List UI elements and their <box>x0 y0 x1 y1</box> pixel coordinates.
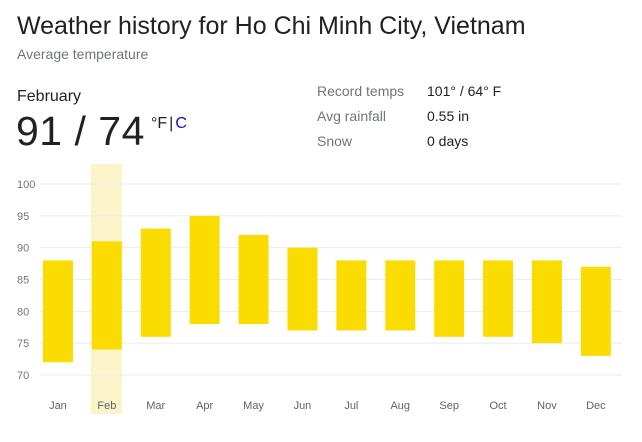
stats-table: Record temps 101° / 64° F Avg rainfall 0… <box>317 83 617 158</box>
x-tick-label: Mar <box>146 400 165 412</box>
temp-range-bar <box>385 260 416 331</box>
stat-row-record-temps: Record temps 101° / 64° F <box>317 83 617 108</box>
x-tick-label: Feb <box>97 400 116 412</box>
temp-range-bar <box>140 228 171 337</box>
y-tick-label: 95 <box>17 211 29 223</box>
unit-fahrenheit: °F <box>151 115 168 132</box>
stat-label: Avg rainfall <box>317 108 387 124</box>
temp-range-bar <box>238 234 269 325</box>
temp-range-bar <box>580 266 611 356</box>
unit-separator: | <box>169 115 174 132</box>
page-title: Weather history for Ho Chi Minh City, Vi… <box>17 12 526 40</box>
x-tick-label: Jan <box>49 400 67 412</box>
x-tick-label: Nov <box>537 400 557 412</box>
temp-range-bar <box>42 260 73 363</box>
selected-temps: 91 / 74 <box>16 108 145 154</box>
temp-range-bar <box>531 260 562 344</box>
x-tick-label: Aug <box>390 400 410 412</box>
temp-range-bar <box>189 215 220 325</box>
temp-range-bar <box>483 260 514 337</box>
y-tick-label: 90 <box>17 243 29 255</box>
stat-row-snow: Snow 0 days <box>317 133 617 158</box>
y-tick-label: 75 <box>17 338 29 350</box>
temp-range-bar <box>91 241 122 350</box>
temp-range-bar <box>336 260 367 331</box>
unit-celsius-link[interactable]: C <box>175 115 187 132</box>
y-tick-label: 80 <box>17 306 29 318</box>
stat-value: 0.55 in <box>427 108 470 124</box>
x-tick-label: Jun <box>294 400 312 412</box>
selected-month: February <box>17 88 82 105</box>
x-tick-label: Sep <box>439 400 459 412</box>
x-tick-label: May <box>243 400 264 412</box>
y-tick-label: 100 <box>17 179 35 191</box>
x-tick-label: Oct <box>489 400 506 412</box>
stat-label: Record temps <box>317 83 405 99</box>
stat-value: 101° / 64° F <box>427 83 502 99</box>
stat-row-avg-rainfall: Avg rainfall 0.55 in <box>317 108 617 133</box>
y-tick-label: 70 <box>17 370 29 382</box>
temperature-chart: 100 95 90 85 80 75 70 Jan Feb Mar Apr May Jun Jul Aug S… <box>17 164 622 414</box>
stat-label: Snow <box>317 133 353 149</box>
unit-toggle: °F | C <box>151 115 187 133</box>
temp-range-bar <box>434 260 465 337</box>
temp-range-bar <box>287 247 318 331</box>
x-tick-label: Jul <box>344 400 358 412</box>
stat-value: 0 days <box>427 133 469 149</box>
page-subtitle: Average temperature <box>17 46 149 62</box>
y-tick-label: 85 <box>17 275 29 287</box>
x-tick-label: Dec <box>586 400 606 412</box>
x-tick-label: Apr <box>196 400 213 412</box>
